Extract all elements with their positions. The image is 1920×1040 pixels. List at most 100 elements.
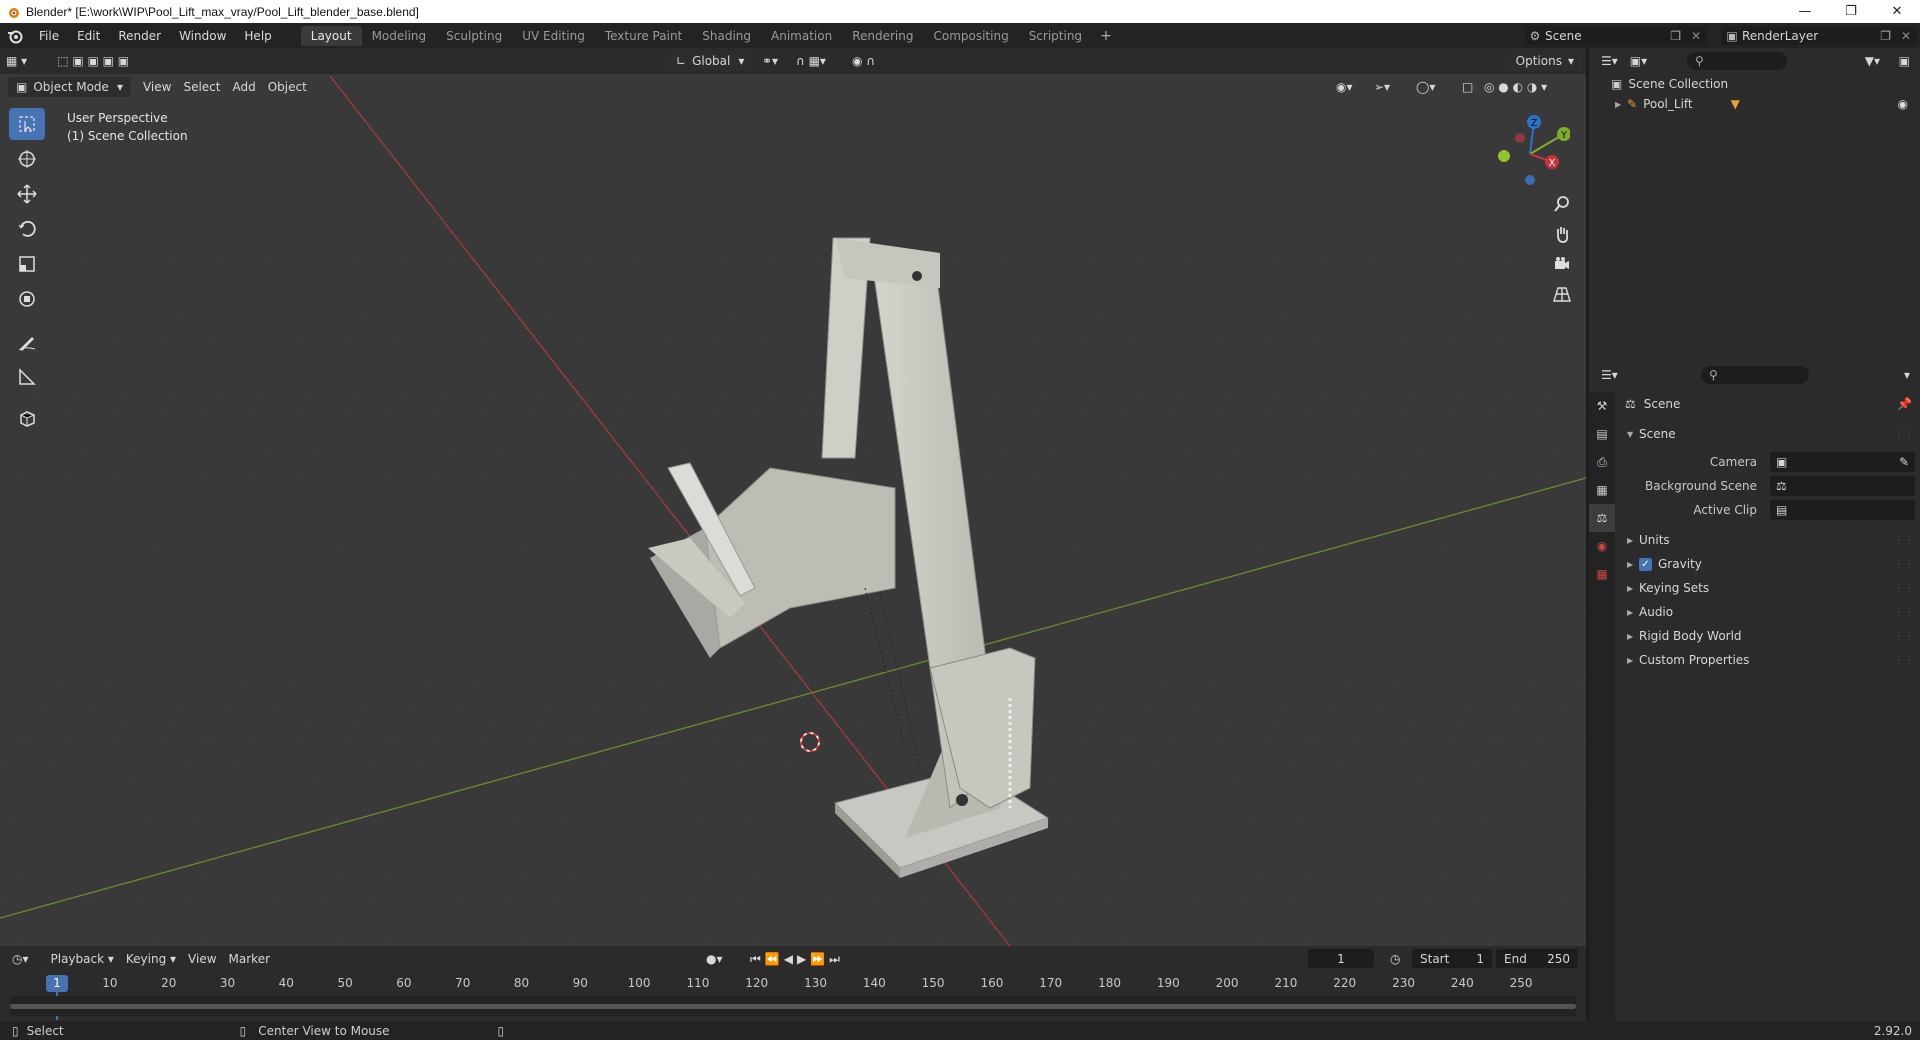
menu-file[interactable]: File xyxy=(30,29,68,43)
zoom-icon[interactable] xyxy=(1548,190,1576,218)
menu-help[interactable]: Help xyxy=(235,29,280,43)
tab-shading[interactable]: Shading xyxy=(692,26,761,46)
drag-handle-icon[interactable]: ⋮⋮ xyxy=(1894,535,1914,546)
neg-y-axis-icon[interactable] xyxy=(1498,150,1510,162)
drag-handle-icon[interactable]: ⋮⋮ xyxy=(1894,631,1914,642)
current-frame-field[interactable]: 1 xyxy=(1308,949,1374,968)
tab-scripting[interactable]: Scripting xyxy=(1019,26,1092,46)
world-tab-icon[interactable]: ◉ xyxy=(1589,532,1615,560)
filter-icon[interactable]: ▼▾ xyxy=(1859,51,1886,71)
outliner-row-scene-collection[interactable]: ▣ Scene Collection xyxy=(1589,74,1920,94)
output-tab-icon[interactable]: ⎙ xyxy=(1589,448,1615,476)
timeline-menu-playback[interactable]: Playback ▾ xyxy=(45,949,120,969)
viewport-menu-view[interactable]: View xyxy=(137,77,177,97)
outliner-row-pool-lift[interactable]: ▶ ✎ Pool_Lift ▼ ◉ xyxy=(1589,94,1920,114)
viewport-menu-add[interactable]: Add xyxy=(226,77,261,97)
snap-magnet-icon[interactable]: ∩ ▦▾ xyxy=(790,51,832,71)
scale-tool-icon[interactable] xyxy=(9,248,45,280)
transform-orientation-dropdown[interactable]: ∟ Global ▾ xyxy=(668,51,753,71)
minimize-icon[interactable]: — xyxy=(1782,0,1828,23)
record-keyframe-icon[interactable]: ●▾ xyxy=(700,949,729,969)
timeline-editor-type-icon[interactable]: ◷▾ xyxy=(6,949,35,969)
rigid-body-world-panel-header[interactable]: ▶ Rigid Body World ⋮⋮ xyxy=(1617,624,1920,648)
scene-tab-icon[interactable]: ⚖ xyxy=(1589,504,1615,532)
pivot-point-icon[interactable]: ⚭▾ xyxy=(756,51,784,71)
object-mode-dropdown[interactable]: ▣ Object Mode ▾ xyxy=(8,77,131,97)
remove-scene-icon[interactable]: ✕ xyxy=(1691,29,1701,43)
measure-tool-icon[interactable] xyxy=(9,361,45,393)
overlays-toggle-icon[interactable]: ◯▾ xyxy=(1410,77,1441,97)
drag-handle-icon[interactable]: ⋮⋮ xyxy=(1894,583,1914,594)
copy-layer-icon[interactable]: ❐ xyxy=(1880,29,1891,43)
end-frame-field[interactable]: End 250 xyxy=(1496,949,1578,968)
proportional-edit-icon[interactable]: ◉ ∩ xyxy=(846,51,881,71)
new-collection-icon[interactable]: ▣ xyxy=(1893,51,1916,71)
add-cube-tool-icon[interactable] xyxy=(9,402,45,434)
shading-mode-icons[interactable]: ◎ ● ◐ ◑ ▾ xyxy=(1478,77,1553,97)
neg-x-axis-icon[interactable] xyxy=(1515,133,1525,143)
scene-panel-header[interactable]: ▼ Scene ⋮⋮ xyxy=(1617,422,1920,446)
options-dropdown[interactable]: Options ▾ xyxy=(1507,51,1582,71)
view-layer-tab-icon[interactable]: ▦ xyxy=(1589,476,1615,504)
camera-view-icon[interactable] xyxy=(1548,250,1576,278)
audio-panel-header[interactable]: ▶ Audio ⋮⋮ xyxy=(1617,600,1920,624)
background-scene-field[interactable]: ⚖ xyxy=(1770,476,1915,496)
tab-animation[interactable]: Animation xyxy=(761,26,842,46)
outliner-search-input[interactable]: ⚲ xyxy=(1687,52,1787,70)
gizmo-toggle-icon[interactable]: ➢▾ xyxy=(1368,77,1396,97)
menu-edit[interactable]: Edit xyxy=(68,29,109,43)
drag-handle-icon[interactable]: ⋮⋮ xyxy=(1894,607,1914,618)
select-mode-icon[interactable]: ⬚ ▣ ▣ ▣ ▣ xyxy=(51,51,135,71)
tab-layout[interactable]: Layout xyxy=(300,25,362,46)
gravity-checkbox[interactable]: ✓ xyxy=(1639,557,1652,571)
render-tab-icon[interactable]: ▤ xyxy=(1589,420,1615,448)
annotate-tool-icon[interactable] xyxy=(9,326,45,358)
gravity-panel-header[interactable]: ▶ ✓ Gravity ⋮⋮ xyxy=(1617,552,1920,576)
start-frame-field[interactable]: Start 1 xyxy=(1412,949,1492,968)
current-frame-marker[interactable]: 1 xyxy=(46,975,68,992)
properties-search-input[interactable]: ⚲ xyxy=(1701,366,1809,384)
close-icon[interactable]: ✕ xyxy=(1874,0,1920,23)
viewport-menu-object[interactable]: Object xyxy=(262,77,313,97)
remove-layer-icon[interactable]: ✕ xyxy=(1901,29,1911,43)
modifier-icon[interactable]: ▼ xyxy=(1731,97,1740,111)
units-panel-header[interactable]: ▶ Units ⋮⋮ xyxy=(1617,528,1920,552)
eyedropper-icon[interactable]: ✎ xyxy=(1899,455,1909,469)
editor-type-icon[interactable]: ▦ ▾ xyxy=(0,51,33,71)
tab-modeling[interactable]: Modeling xyxy=(362,26,437,46)
properties-editor-type-icon[interactable]: ☰▾ xyxy=(1595,365,1624,385)
timeline-scroll-thumb[interactable] xyxy=(10,1004,1576,1009)
viewport-menu-select[interactable]: Select xyxy=(177,77,226,97)
menu-window[interactable]: Window xyxy=(170,29,235,43)
tab-sculpting[interactable]: Sculpting xyxy=(436,26,512,46)
expand-triangle-icon[interactable]: ▶ xyxy=(1615,100,1627,109)
playback-controls[interactable]: ⏮⏪◀▶⏩⏭ xyxy=(744,949,850,969)
tab-compositing[interactable]: Compositing xyxy=(923,26,1018,46)
timeline-menu-keying[interactable]: Keying ▾ xyxy=(120,949,182,969)
drag-handle-icon[interactable]: ⋮⋮ xyxy=(1894,655,1914,666)
camera-field[interactable]: ▣ ✎ xyxy=(1770,452,1915,472)
menu-render[interactable]: Render xyxy=(109,29,170,43)
visibility-eye-icon[interactable]: ◉▾ xyxy=(1330,77,1359,97)
visibility-eye-icon[interactable]: ◉ xyxy=(1898,97,1908,111)
cursor-tool-icon[interactable] xyxy=(9,143,45,175)
drag-handle-icon[interactable]: ⋮⋮ xyxy=(1894,429,1914,440)
preview-range-clock-icon[interactable]: ◷ xyxy=(1384,949,1406,969)
tab-texture-paint[interactable]: Texture Paint xyxy=(595,26,692,46)
3d-viewport[interactable]: ▦ ▾ ⬚ ▣ ▣ ▣ ▣ ∟ Global ▾ ⚭▾ ∩ ▦▾ ◉ ∩ Opt… xyxy=(0,48,1586,946)
display-mode-icon[interactable]: ▣▾ xyxy=(1624,51,1653,71)
scene-selector[interactable]: ⚙ Scene ❐ ✕ xyxy=(1525,26,1707,45)
pan-hand-icon[interactable] xyxy=(1548,220,1576,248)
add-workspace-icon[interactable]: + xyxy=(1092,28,1120,44)
timeline-ruler[interactable]: 1 10 20 30 40 50 60 70 80 90 100 110 120 130 140 150 160… xyxy=(0,972,1586,1020)
perspective-toggle-icon[interactable] xyxy=(1548,280,1576,308)
timeline-menu-marker[interactable]: Marker xyxy=(223,949,276,969)
xray-toggle-icon[interactable]: □ xyxy=(1456,77,1479,97)
timeline-menu-view[interactable]: View xyxy=(182,949,222,969)
rotate-tool-icon[interactable] xyxy=(9,213,45,245)
move-tool-icon[interactable] xyxy=(9,178,45,210)
tab-rendering[interactable]: Rendering xyxy=(842,26,923,46)
timeline-scrollbar[interactable] xyxy=(10,996,1576,1016)
active-clip-field[interactable]: ▤ xyxy=(1770,500,1915,520)
restore-icon[interactable]: ❐ xyxy=(1828,0,1874,23)
